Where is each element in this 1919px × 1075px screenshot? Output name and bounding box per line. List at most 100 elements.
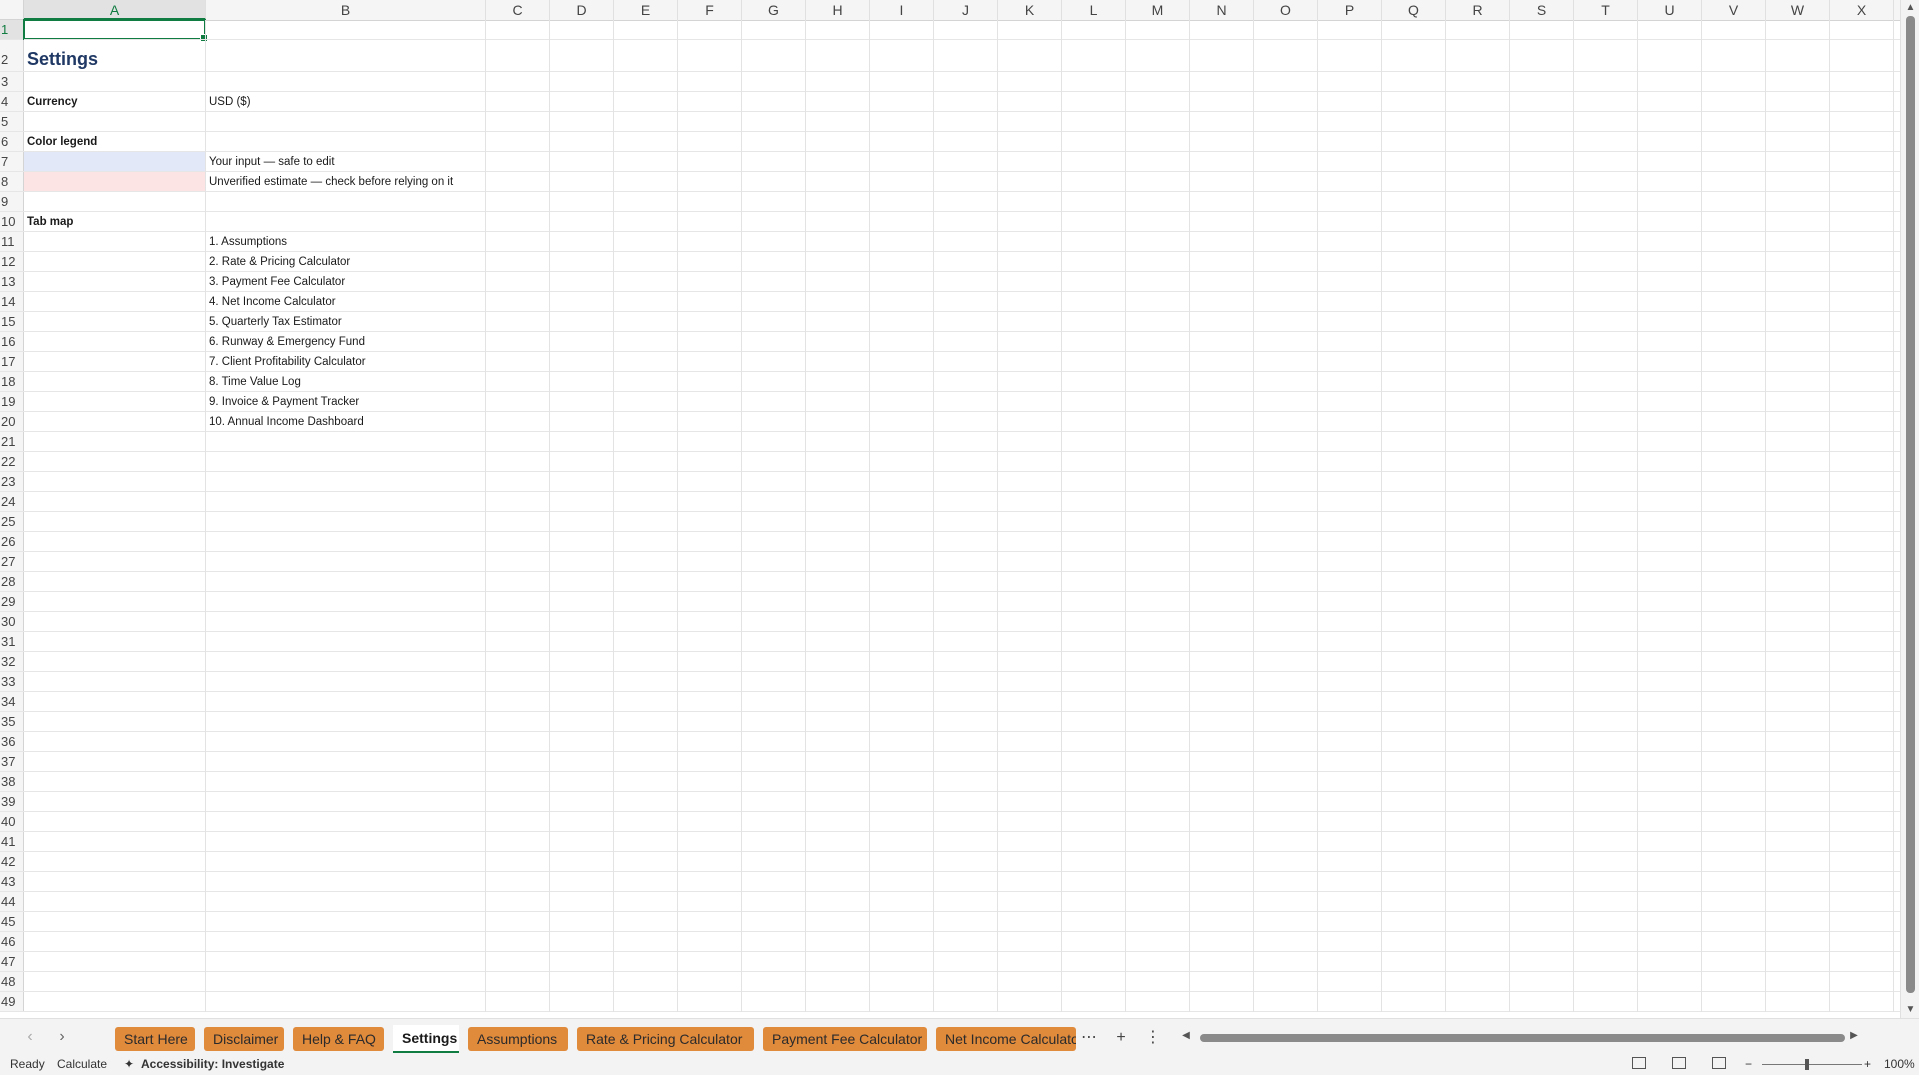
currency-value[interactable]: USD ($) <box>206 92 251 112</box>
vertical-scrollbar[interactable]: ▲ ▼ <box>1900 0 1919 1018</box>
column-header-e[interactable]: E <box>614 0 678 20</box>
legend-estimate-text[interactable]: Unverified estimate — check before relyi… <box>206 172 453 192</box>
chevron-right-icon[interactable]: › <box>50 1026 74 1048</box>
row-header-23[interactable]: 23 <box>0 472 24 492</box>
row-header-35[interactable]: 35 <box>0 712 24 732</box>
column-header-n[interactable]: N <box>1190 0 1254 20</box>
row-header-20[interactable]: 20 <box>0 412 24 432</box>
sheet-tab-settings[interactable]: Settings <box>393 1025 459 1053</box>
tab-map-item[interactable]: 10. Annual Income Dashboard <box>206 412 364 432</box>
row-header-43[interactable]: 43 <box>0 872 24 892</box>
column-header-x[interactable]: X <box>1830 0 1894 20</box>
column-header-s[interactable]: S <box>1510 0 1574 20</box>
row-header-15[interactable]: 15 <box>0 312 24 332</box>
status-accessibility[interactable]: Accessibility: Investigate <box>141 1054 284 1075</box>
row-header-46[interactable]: 46 <box>0 932 24 952</box>
row-header-22[interactable]: 22 <box>0 452 24 472</box>
zoom-slider[interactable] <box>1762 1064 1862 1065</box>
column-header-f[interactable]: F <box>678 0 742 20</box>
column-header-b[interactable]: B <box>206 0 486 20</box>
legend-input-text[interactable]: Your input — safe to edit <box>206 152 335 172</box>
row-header-21[interactable]: 21 <box>0 432 24 452</box>
sheet-tab-help-faq[interactable]: Help & FAQ <box>293 1027 384 1051</box>
sheet-tab-disclaimer[interactable]: Disclaimer <box>204 1027 284 1051</box>
row-header-11[interactable]: 11 <box>0 232 24 252</box>
row-header-8[interactable]: 8 <box>0 172 24 192</box>
row-header-39[interactable]: 39 <box>0 792 24 812</box>
row-header-30[interactable]: 30 <box>0 612 24 632</box>
tab-map-item[interactable]: 3. Payment Fee Calculator <box>206 272 345 292</box>
accessibility-icon[interactable]: ✦ <box>124 1054 134 1075</box>
row-header-10[interactable]: 10 <box>0 212 24 232</box>
spreadsheet-grid[interactable]: ABCDEFGHIJKLMNOPQRSTUVWX 1 2 3 4 5 6 7 8 9 10 11 12… <box>0 0 1900 1018</box>
zoom-out-icon[interactable]: − <box>1745 1054 1752 1075</box>
row-header-5[interactable]: 5 <box>0 112 24 132</box>
row-header-42[interactable]: 42 <box>0 852 24 872</box>
horizontal-scroll-thumb[interactable] <box>1200 1034 1845 1042</box>
row-header-18[interactable]: 18 <box>0 372 24 392</box>
tab-map-item[interactable]: 8. Time Value Log <box>206 372 301 392</box>
row-header-27[interactable]: 27 <box>0 552 24 572</box>
scroll-up-icon[interactable]: ▲ <box>1901 2 1919 13</box>
row-header-3[interactable]: 3 <box>0 72 24 92</box>
column-header-l[interactable]: L <box>1062 0 1126 20</box>
zoom-slider-thumb[interactable] <box>1805 1059 1809 1070</box>
currency-label[interactable]: Currency <box>24 92 78 112</box>
select-all-corner[interactable] <box>0 0 24 20</box>
column-header-g[interactable]: G <box>742 0 806 20</box>
row-header-26[interactable]: 26 <box>0 532 24 552</box>
normal-view-icon[interactable] <box>1632 1057 1646 1069</box>
color-legend-label[interactable]: Color legend <box>24 132 97 152</box>
sheet-tab-assumptions[interactable]: Assumptions <box>468 1027 568 1051</box>
tab-map-item[interactable]: 4. Net Income Calculator <box>206 292 336 312</box>
row-header-38[interactable]: 38 <box>0 772 24 792</box>
tab-map-item[interactable]: 5. Quarterly Tax Estimator <box>206 312 342 332</box>
row-header-49[interactable]: 49 <box>0 992 24 1012</box>
row-header-28[interactable]: 28 <box>0 572 24 592</box>
column-header-i[interactable]: I <box>870 0 934 20</box>
chevron-left-icon[interactable]: ‹ <box>18 1026 42 1048</box>
column-header-u[interactable]: U <box>1638 0 1702 20</box>
page-layout-view-icon[interactable] <box>1672 1057 1686 1069</box>
page-break-view-icon[interactable] <box>1712 1057 1726 1069</box>
scroll-down-icon[interactable]: ▼ <box>1901 1004 1919 1015</box>
sheet-tab-start-here[interactable]: Start Here <box>115 1027 195 1051</box>
row-header-12[interactable]: 12 <box>0 252 24 272</box>
row-header-44[interactable]: 44 <box>0 892 24 912</box>
column-header-r[interactable]: R <box>1446 0 1510 20</box>
column-header-m[interactable]: M <box>1126 0 1190 20</box>
scroll-right-icon[interactable]: ▶ <box>1847 1030 1861 1041</box>
row-header-31[interactable]: 31 <box>0 632 24 652</box>
status-calculate[interactable]: Calculate <box>57 1054 107 1075</box>
row-header-37[interactable]: 37 <box>0 752 24 772</box>
tab-map-item[interactable]: 7. Client Profitability Calculator <box>206 352 366 372</box>
row-header-2[interactable]: 2 <box>0 40 24 72</box>
vertical-dots-icon[interactable]: ⋮ <box>1141 1027 1165 1049</box>
tab-map-item[interactable]: 2. Rate & Pricing Calculator <box>206 252 350 272</box>
row-header-45[interactable]: 45 <box>0 912 24 932</box>
row-header-7[interactable]: 7 <box>0 152 24 172</box>
row-header-1[interactable]: 1 <box>0 20 24 40</box>
row-header-40[interactable]: 40 <box>0 812 24 832</box>
scroll-left-icon[interactable]: ◀ <box>1179 1030 1193 1041</box>
tab-map-item[interactable]: 1. Assumptions <box>206 232 287 252</box>
sheet-tab-net-income-calculator[interactable]: Net Income Calculator <box>936 1027 1076 1051</box>
plus-icon[interactable]: + <box>1109 1027 1133 1049</box>
column-header-h[interactable]: H <box>806 0 870 20</box>
zoom-level[interactable]: 100% <box>1884 1054 1915 1075</box>
horizontal-scrollbar[interactable]: ◀ ▶ <box>1182 1030 1861 1044</box>
tab-map-item[interactable]: 6. Runway & Emergency Fund <box>206 332 365 352</box>
row-header-32[interactable]: 32 <box>0 652 24 672</box>
column-header-q[interactable]: Q <box>1382 0 1446 20</box>
row-header-33[interactable]: 33 <box>0 672 24 692</box>
active-cell-a1[interactable] <box>23 19 208 42</box>
sheet-tab-payment-fee-calculator[interactable]: Payment Fee Calculator <box>763 1027 927 1051</box>
legend-estimate-swatch[interactable] <box>24 172 205 191</box>
row-header-36[interactable]: 36 <box>0 732 24 752</box>
column-header-o[interactable]: O <box>1254 0 1318 20</box>
column-header-a[interactable]: A <box>24 0 206 20</box>
row-header-34[interactable]: 34 <box>0 692 24 712</box>
column-header-v[interactable]: V <box>1702 0 1766 20</box>
column-header-k[interactable]: K <box>998 0 1062 20</box>
row-header-48[interactable]: 48 <box>0 972 24 992</box>
